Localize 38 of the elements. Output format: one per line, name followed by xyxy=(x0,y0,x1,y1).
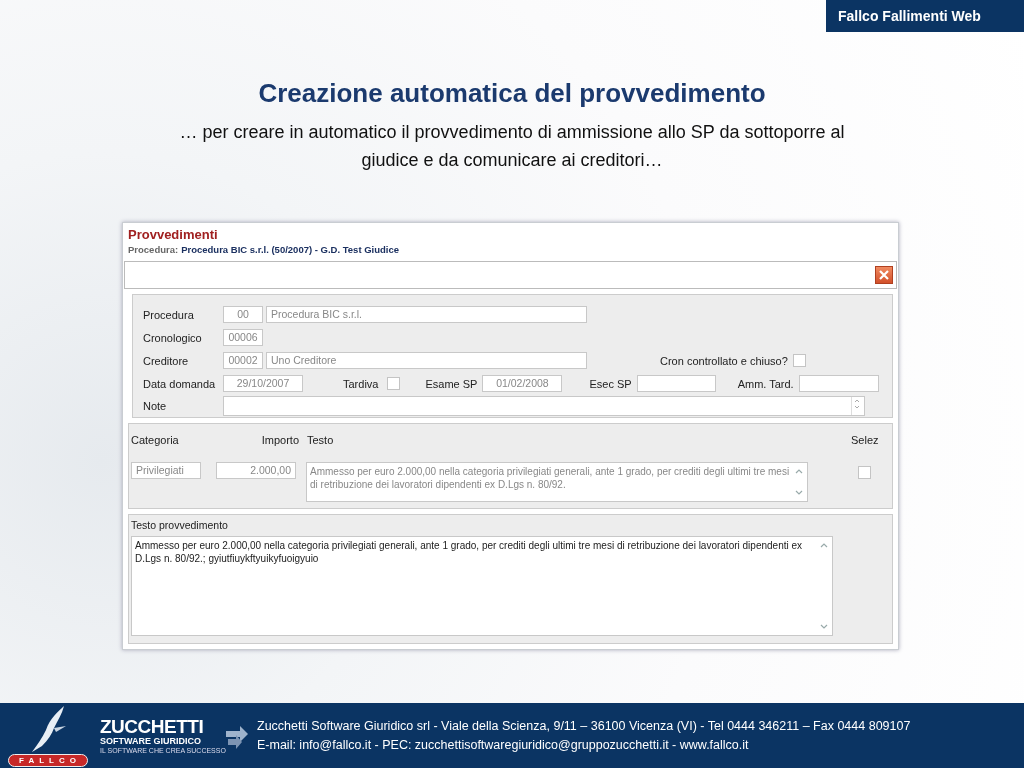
brand-logo: ZUCCHETTI xyxy=(100,716,205,736)
column-header: Categoria xyxy=(131,434,180,446)
column-header: Selez xyxy=(851,434,879,446)
field-label: Cronologico xyxy=(143,331,203,344)
procedure-label: Procedura: xyxy=(128,244,179,255)
text-area[interactable] xyxy=(131,536,833,636)
field-label: Procedura xyxy=(143,308,195,321)
window-title: Provvedimenti xyxy=(128,227,219,243)
field-label: Esame SP xyxy=(425,377,478,390)
text-area-content: Ammesso per euro 2.000,00 nella categoria privilegiati generali, ante 1 grado, per crediti degli ultimi tre mesi di retribuzione dei lavoratori dipendenti ex D.Lgs n. 80/92.; gyiutfiuykftyuikyfuoigyuio xyxy=(135,539,804,566)
input-field[interactable] xyxy=(636,375,716,392)
slide-subtitle: … per creare in automatico il provvedimento di ammissione allo SP da sottoporre al giudice e da comunicare ai creditori… xyxy=(178,121,846,172)
field-label: Tardiva xyxy=(343,377,379,390)
brand-subtitle: SOFTWARE GIURIDICO xyxy=(100,735,202,747)
text-area-content: Ammesso per euro 2.000,00 nella categoria privilegiati generali, ante 1 grado, per crediti degli ultimi tre mesi di retribuzione dei lavoratori dipendenti ex D.Lgs n. 80/92. xyxy=(310,465,791,492)
field-label: Data domanda xyxy=(143,377,217,390)
checkbox[interactable] xyxy=(792,354,806,367)
spin-down-icon xyxy=(852,404,862,411)
field-label: Testo provvedimento xyxy=(131,519,229,532)
note-field[interactable] xyxy=(223,396,865,416)
contact-text: E-mail: info@fallco.it - PEC: zucchettisoftwaregiuridico@gruppozucchetti.it - www.fallco.it xyxy=(257,736,750,754)
checkbox[interactable] xyxy=(387,377,401,390)
field-label: Cron controllato e chiuso? xyxy=(660,354,788,367)
procedure-value: Procedura BIC s.r.l. (50/2007) - G.D. Test Giudice xyxy=(181,244,400,255)
column-header: Testo xyxy=(307,434,335,446)
field-label: Amm. Tard. xyxy=(737,377,794,390)
field-label: Creditore xyxy=(143,354,190,367)
field-label: Esec SP xyxy=(589,377,632,390)
close-button[interactable] xyxy=(875,266,893,284)
brand-logo: FALLCO xyxy=(8,754,88,767)
spin-up-icon xyxy=(852,397,862,404)
close-icon xyxy=(878,269,890,281)
field-label: Note xyxy=(143,400,168,412)
input-field[interactable] xyxy=(798,375,879,392)
column-header: Importo xyxy=(260,434,299,446)
slide-title: Creazione automatica del provvedimento xyxy=(257,78,767,108)
contact-text: Zucchetti Software Giuridico srl - Viale della Scienza, 9/11 – 36100 Vicenza (VI) - Tel 0444 346211 – Fax 0444 809107 xyxy=(257,717,911,735)
header-badge: Fallco Fallimenti Web xyxy=(826,0,1024,32)
